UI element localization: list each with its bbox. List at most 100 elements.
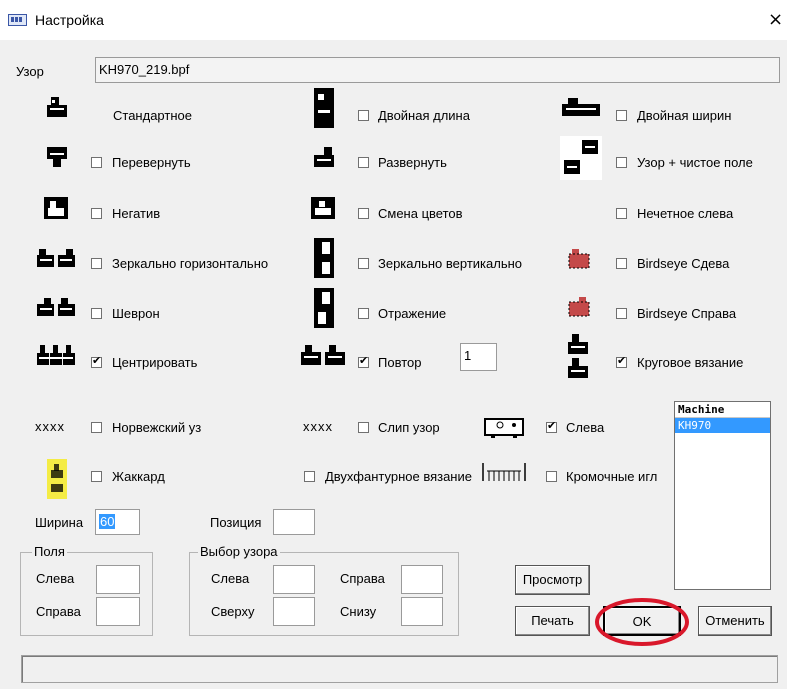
- ok-button[interactable]: OK: [603, 606, 681, 636]
- width-input[interactable]: 60: [95, 509, 140, 535]
- chevron-checkbox[interactable]: [91, 308, 102, 319]
- center-checkbox[interactable]: [91, 354, 102, 368]
- birdseye-right-checkbox[interactable]: [616, 308, 627, 319]
- margins-left-input[interactable]: [96, 565, 140, 594]
- circular-knit-icon: [568, 334, 588, 378]
- slip-label: Слип узор: [378, 420, 440, 435]
- edge-needles-label: Кромочные игл: [566, 469, 658, 484]
- double-length-checkbox[interactable]: [358, 110, 369, 121]
- mirror-horizontal-checkbox[interactable]: [91, 258, 102, 269]
- mirror-horizontal-label: Зеркально горизонтально: [112, 256, 269, 271]
- selection-left-label: Слева: [211, 571, 250, 586]
- selection-left-input[interactable]: [273, 565, 315, 594]
- selection-right-label: Справа: [340, 571, 385, 586]
- chevron-icon: [37, 298, 75, 316]
- repeat-checkbox[interactable]: [358, 354, 369, 368]
- edge-needles-icon: [482, 463, 526, 481]
- birdseye-left-label: Birdseye Сдева: [637, 256, 730, 271]
- cancel-button[interactable]: Отменить: [698, 606, 772, 636]
- negative-icon: [44, 197, 68, 219]
- selection-bottom-input[interactable]: [401, 597, 443, 626]
- center-icon: [37, 345, 75, 365]
- flip-label: Перевернуть: [112, 155, 191, 170]
- flip-icon: [47, 147, 67, 167]
- color-change-checkbox[interactable]: [358, 208, 369, 219]
- jacquard-label: Жаккард: [112, 469, 165, 484]
- window-title: Настройка: [35, 12, 104, 28]
- double-width-label: Двойная ширин: [637, 108, 732, 123]
- norwegian-checkbox[interactable]: [91, 422, 102, 433]
- mirror-vertical-checkbox[interactable]: [358, 258, 369, 269]
- flip-checkbox[interactable]: [91, 157, 102, 168]
- rotate-checkbox[interactable]: [358, 157, 369, 168]
- preview-button[interactable]: Просмотр: [515, 565, 590, 595]
- negative-checkbox[interactable]: [91, 208, 102, 219]
- title-bar: Настройка ×: [0, 0, 787, 40]
- mirror-horizontal-icon: [37, 249, 75, 267]
- reflection-checkbox[interactable]: [358, 308, 369, 319]
- standard-label: Стандартное: [113, 108, 192, 123]
- left-checkbox[interactable]: [546, 419, 557, 433]
- pattern-clear-field-checkbox[interactable]: [616, 157, 627, 168]
- slip-xxxx-icon: xxxx: [303, 419, 333, 434]
- birdseye-left-icon: [568, 249, 590, 269]
- position-label: Позиция: [210, 515, 262, 530]
- mirror-vertical-icon: [314, 238, 334, 278]
- selection-top-label: Сверху: [211, 604, 255, 619]
- jacquard-icon: [47, 459, 67, 499]
- position-input[interactable]: [273, 509, 315, 535]
- odd-left-label: Нечетное слева: [637, 206, 734, 221]
- edge-needles-checkbox[interactable]: [546, 471, 557, 482]
- margins-left-label: Слева: [36, 571, 75, 586]
- repeat-label: Повтор: [378, 355, 422, 370]
- odd-left-checkbox[interactable]: [616, 208, 627, 219]
- rotate-label: Развернуть: [378, 155, 447, 170]
- double-bed-label: Двухфантурное вязание: [325, 469, 472, 484]
- slip-checkbox[interactable]: [358, 422, 369, 433]
- reflection-label: Отражение: [378, 306, 447, 321]
- machine-list-header: Machine: [675, 402, 770, 418]
- margins-right-input[interactable]: [96, 597, 140, 626]
- chevron-label: Шеврон: [112, 306, 160, 321]
- circular-knit-checkbox[interactable]: [616, 354, 627, 368]
- print-button[interactable]: Печать: [515, 606, 590, 636]
- pattern-clear-field-icon: [560, 136, 602, 180]
- negative-label: Негатив: [112, 206, 161, 221]
- pattern-clear-field-label: Узор + чистое поле: [637, 155, 753, 170]
- standard-pattern-icon: [47, 97, 67, 117]
- norwegian-xxxx-icon: xxxx: [35, 419, 65, 434]
- width-input-value: 60: [99, 514, 116, 529]
- double-length-icon: [314, 88, 334, 128]
- double-bed-checkbox[interactable]: [304, 471, 315, 482]
- norwegian-label: Норвежский уз: [112, 420, 202, 435]
- width-label: Ширина: [35, 515, 84, 530]
- color-change-label: Смена цветов: [378, 206, 463, 221]
- birdseye-right-label: Birdseye Справа: [637, 306, 737, 321]
- machine-list[interactable]: Machine KH970: [674, 401, 771, 590]
- app-icon: [8, 14, 27, 26]
- status-bar: [21, 655, 778, 683]
- left-label: Слева: [566, 420, 605, 435]
- repeat-count-input[interactable]: 1: [460, 343, 497, 371]
- birdseye-right-icon: [568, 297, 590, 317]
- machine-list-item[interactable]: KH970: [675, 418, 770, 433]
- pattern-label: Узор: [16, 64, 44, 79]
- carriage-icon: [484, 418, 524, 438]
- double-width-checkbox[interactable]: [616, 110, 627, 121]
- selection-bottom-label: Снизу: [340, 604, 377, 619]
- close-icon[interactable]: ×: [768, 9, 783, 30]
- mirror-vertical-label: Зеркально вертикально: [378, 256, 523, 271]
- circular-knit-label: Круговое вязание: [637, 355, 744, 370]
- reflection-icon: [314, 288, 334, 328]
- margins-right-label: Справа: [36, 604, 81, 619]
- selection-top-input[interactable]: [273, 597, 315, 626]
- birdseye-left-checkbox[interactable]: [616, 258, 627, 269]
- selection-right-input[interactable]: [401, 565, 443, 594]
- margins-group-title: Поля: [32, 544, 67, 559]
- double-width-icon: [562, 98, 600, 116]
- double-length-label: Двойная длина: [378, 108, 470, 123]
- pattern-selection-title: Выбор узора: [198, 544, 280, 559]
- jacquard-checkbox[interactable]: [91, 471, 102, 482]
- center-label: Центрировать: [112, 355, 198, 370]
- pattern-file-field[interactable]: KH970_219.bpf: [95, 57, 780, 83]
